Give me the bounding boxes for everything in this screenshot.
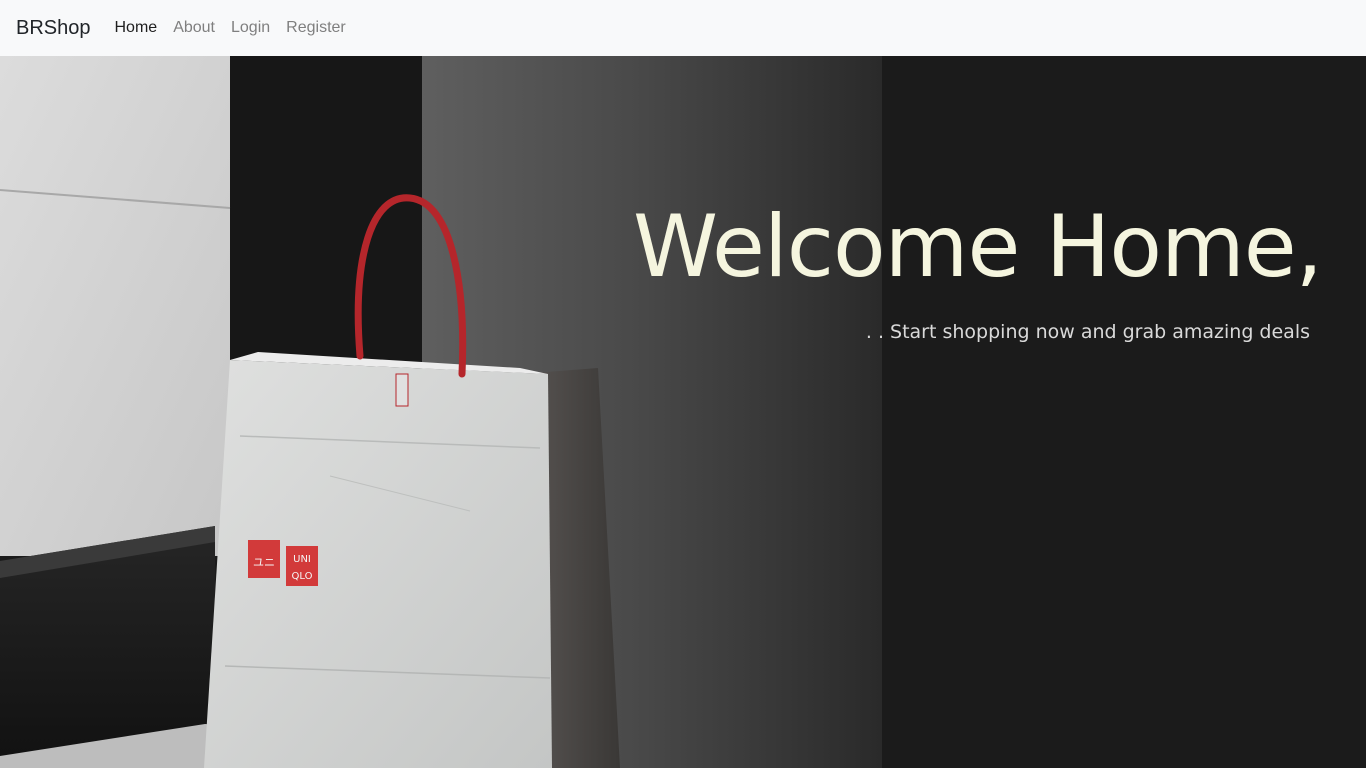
hero-banner: ユニ UNI QLO Welcome Home, . . Start shopp…	[0, 56, 1366, 768]
nav-link-about[interactable]: About	[173, 20, 215, 36]
bag-logo-text-top: UNI	[293, 554, 311, 565]
hero-background-image: ユニ UNI QLO	[0, 56, 1366, 768]
nav-link-register[interactable]: Register	[286, 20, 346, 36]
bag-logo-text-bottom: QLO	[292, 571, 313, 582]
nav-link-login[interactable]: Login	[231, 20, 270, 36]
hero-title: Welcome Home,	[632, 197, 1323, 297]
svg-text:ユニ: ユニ	[253, 556, 275, 569]
brand-logo-link[interactable]: BRShop	[16, 18, 91, 38]
top-navbar: BRShop Home About Login Register	[0, 0, 1366, 56]
hero-subtitle: . . Start shopping now and grab amazing …	[865, 321, 1310, 343]
nav-links: Home About Login Register	[115, 20, 362, 36]
nav-link-home[interactable]: Home	[115, 20, 158, 36]
